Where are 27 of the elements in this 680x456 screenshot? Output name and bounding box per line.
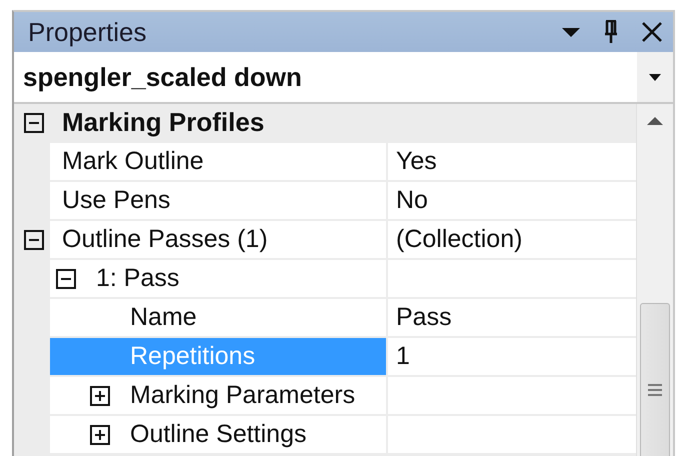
category-header[interactable]: Marking Profiles bbox=[50, 107, 264, 138]
property-value[interactable]: Yes bbox=[388, 143, 636, 180]
property-value[interactable]: No bbox=[388, 182, 636, 219]
property-name[interactable]: Use Pens bbox=[50, 182, 388, 219]
scroll-thumb[interactable] bbox=[640, 303, 670, 456]
collapse-icon[interactable] bbox=[24, 230, 44, 250]
expand-icon[interactable] bbox=[90, 424, 110, 444]
scrollbar[interactable] bbox=[636, 104, 673, 456]
expand-icon[interactable] bbox=[90, 386, 110, 406]
property-name[interactable]: Outline Passes (1) bbox=[50, 221, 388, 258]
close-icon[interactable] bbox=[641, 21, 663, 43]
property-name[interactable]: Marking Parameters bbox=[50, 377, 388, 414]
dropdown-icon[interactable] bbox=[561, 26, 581, 38]
object-selector[interactable]: spengler_scaled down bbox=[14, 52, 673, 104]
property-value[interactable]: 1 bbox=[388, 338, 636, 375]
property-value[interactable]: Pass bbox=[388, 299, 636, 336]
property-name[interactable]: Outline Settings bbox=[50, 416, 388, 453]
collapse-icon[interactable] bbox=[56, 268, 76, 288]
property-name[interactable]: Mark Outline bbox=[50, 143, 388, 180]
property-value[interactable]: (Collection) bbox=[388, 221, 636, 258]
property-name[interactable]: 1: Pass bbox=[50, 260, 388, 297]
dropdown-icon[interactable] bbox=[649, 74, 661, 80]
scroll-up-icon[interactable] bbox=[647, 116, 663, 125]
collapse-icon[interactable] bbox=[24, 112, 44, 132]
panel-title: Properties bbox=[28, 16, 148, 48]
property-name[interactable]: Name bbox=[50, 299, 388, 336]
pin-icon[interactable] bbox=[603, 20, 619, 44]
